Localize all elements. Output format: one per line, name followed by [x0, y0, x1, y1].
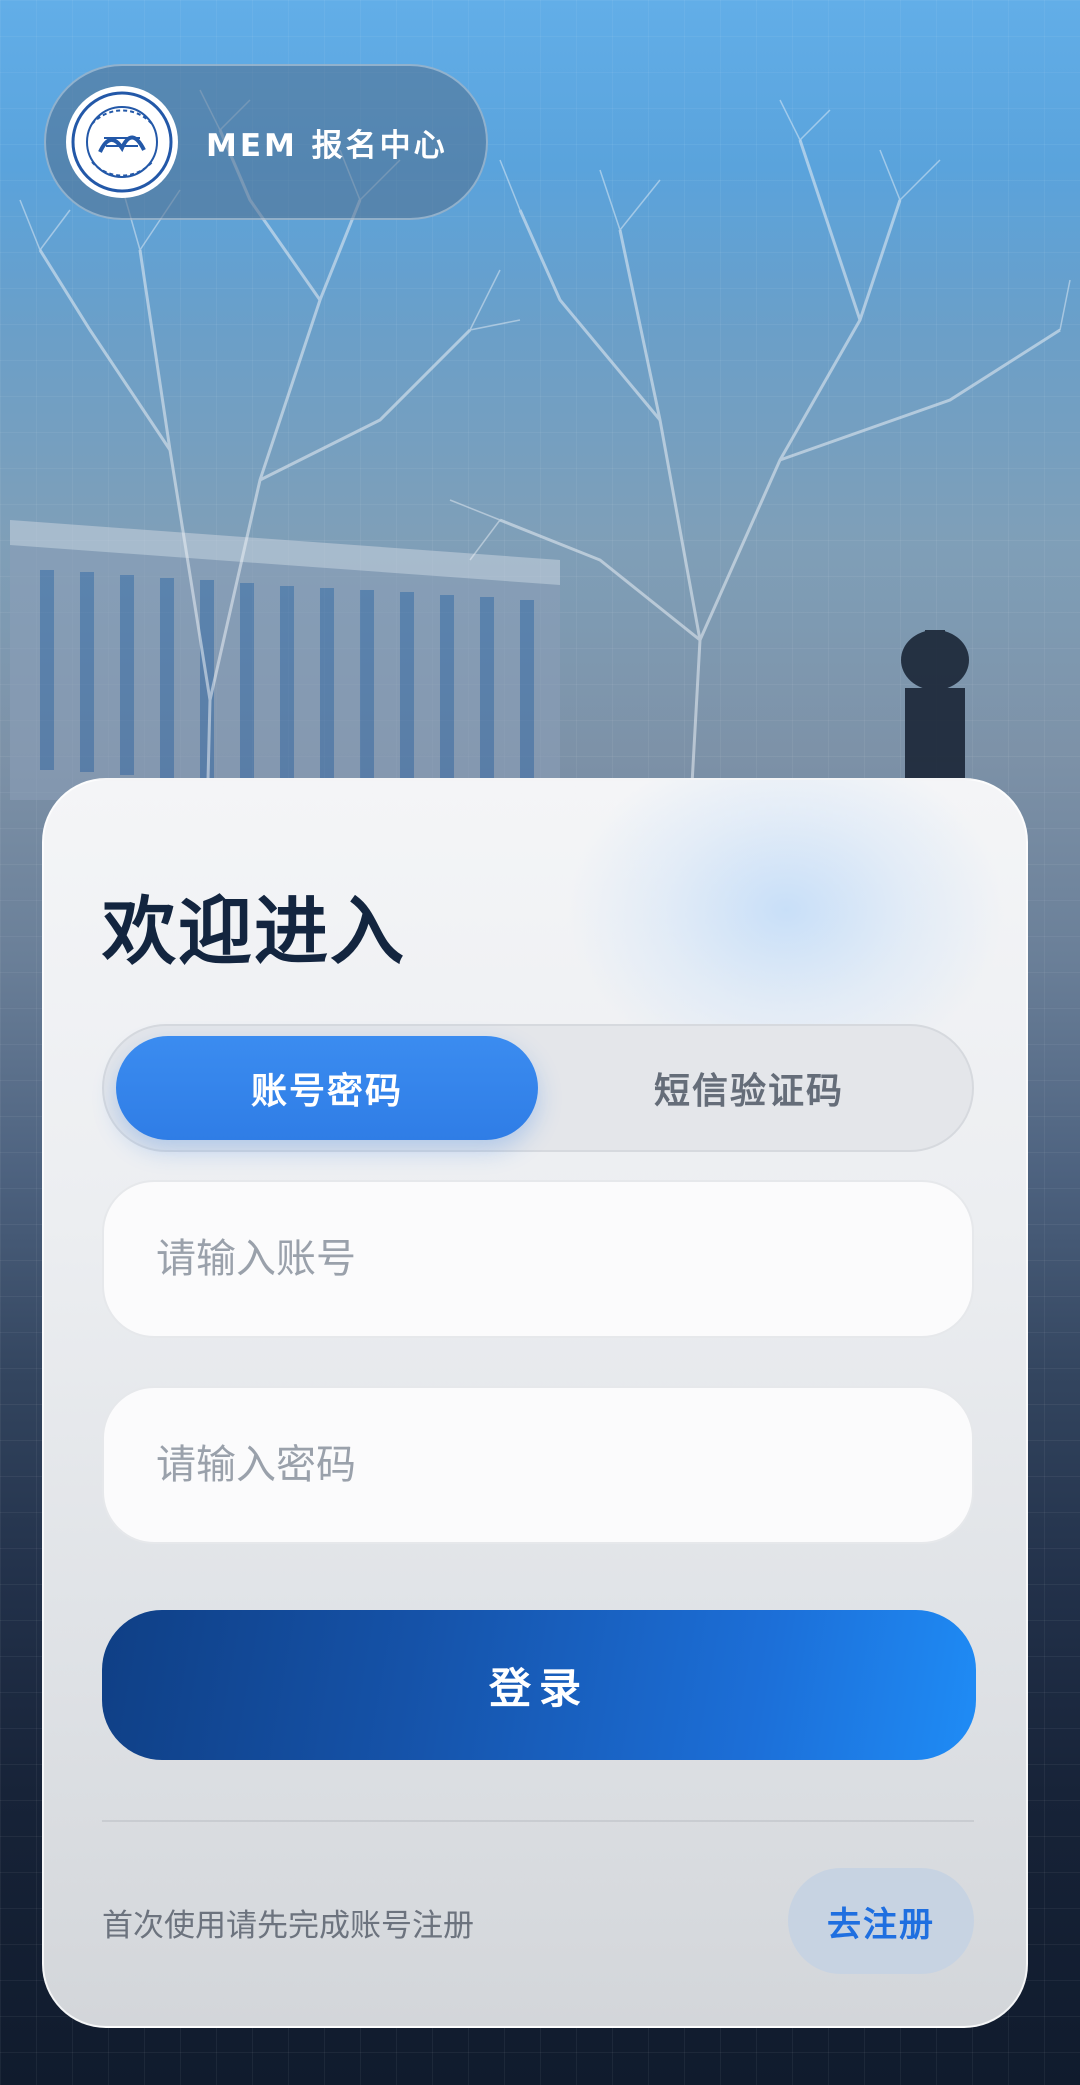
university-logo [66, 86, 178, 198]
tongji-university-seal-icon [71, 91, 173, 193]
login-button[interactable]: 登录 [102, 1610, 976, 1760]
divider [102, 1820, 974, 1822]
login-card: 欢迎进入 账号密码 短信验证码 登录 首次使用请先完成账号注册 去注册 [42, 778, 1028, 2028]
register-button[interactable]: 去注册 [788, 1868, 974, 1974]
register-hint: 首次使用请先完成账号注册 [102, 1908, 474, 1944]
login-method-tabs: 账号密码 短信验证码 [102, 1024, 974, 1152]
tab-account-password[interactable]: 账号密码 [116, 1036, 538, 1140]
app-title: MEM 报名中心 [206, 127, 448, 164]
brand-header: MEM 报名中心 [44, 64, 488, 220]
welcome-title: 欢迎进入 [102, 889, 406, 975]
tab-sms-code[interactable]: 短信验证码 [538, 1036, 960, 1140]
account-input[interactable] [102, 1180, 974, 1338]
password-input[interactable] [102, 1386, 974, 1544]
